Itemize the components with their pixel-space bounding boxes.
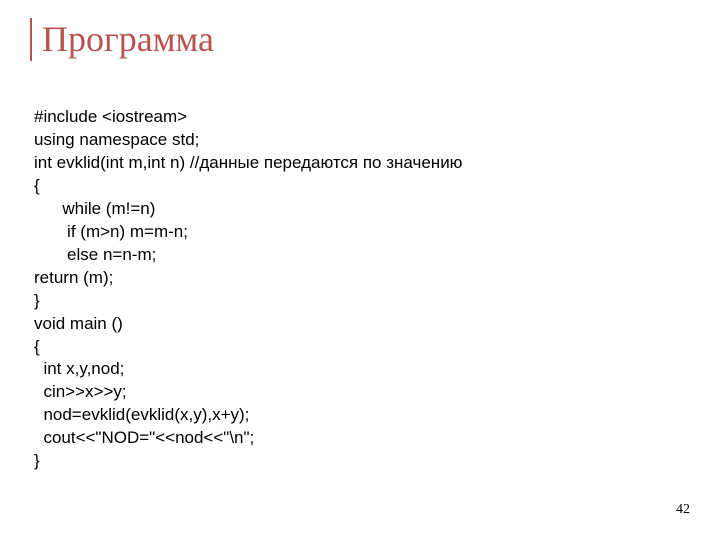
code-line: {	[34, 337, 40, 356]
code-line: cout<<"NOD="<<nod<<"\n";	[34, 428, 254, 447]
code-line: void main ()	[34, 314, 123, 333]
code-line: else n=n-m;	[34, 245, 156, 264]
code-line: while (m!=n)	[34, 199, 155, 218]
code-line: return (m);	[34, 268, 113, 287]
code-line: }	[34, 451, 40, 470]
code-line: using namespace std;	[34, 130, 199, 149]
code-line: {	[34, 176, 40, 195]
code-line: cin>>x>>y;	[34, 382, 127, 401]
page-number: 42	[676, 502, 690, 518]
code-line: int evklid(int m,int n) //данные передаю…	[34, 153, 462, 172]
code-block: #include <iostream> using namespace std;…	[30, 83, 690, 473]
code-line: }	[34, 291, 40, 310]
code-line: nod=evklid(evklid(x,y),x+y);	[34, 405, 249, 424]
slide-title: Программа	[30, 18, 690, 61]
code-line: #include <iostream>	[34, 107, 187, 126]
slide: Программа #include <iostream> using name…	[0, 0, 720, 540]
code-line: if (m>n) m=m-n;	[34, 222, 188, 241]
code-line: int x,y,nod;	[34, 359, 124, 378]
